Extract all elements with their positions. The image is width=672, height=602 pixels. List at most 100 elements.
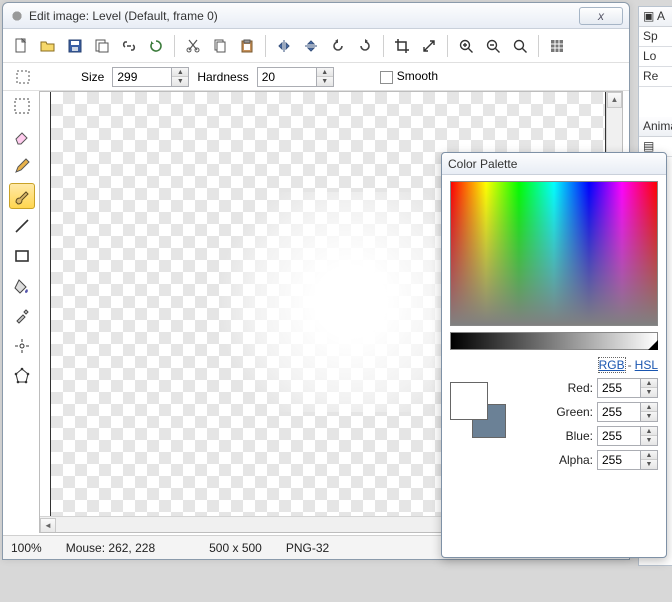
spin-down-icon[interactable]: ▼: [172, 77, 188, 86]
fill-tool[interactable]: [9, 273, 35, 299]
grid-button[interactable]: [545, 34, 569, 58]
crop-button[interactable]: [390, 34, 414, 58]
eraser-tool[interactable]: [9, 123, 35, 149]
open-button[interactable]: [36, 34, 60, 58]
smooth-checkbox[interactable]: [380, 71, 393, 84]
color-swatches[interactable]: [450, 382, 506, 438]
zoom-level: 100%: [11, 541, 42, 555]
link-button[interactable]: [117, 34, 141, 58]
red-spinner[interactable]: ▲▼: [597, 378, 658, 398]
tool-options-bar: Size ▲▼ Hardness ▲▼ Smooth: [3, 63, 629, 91]
save-icon: [67, 38, 83, 54]
reload-button[interactable]: [144, 34, 168, 58]
mode-hsl-link[interactable]: HSL: [635, 358, 658, 372]
smooth-text: Smooth: [397, 69, 438, 83]
foreground-swatch[interactable]: [450, 382, 488, 420]
rotate-cw-icon: [357, 38, 373, 54]
side-section-header-1[interactable]: ▣ A: [639, 7, 672, 27]
cut-icon: [185, 38, 201, 54]
spin-up-icon[interactable]: ▲: [641, 379, 657, 388]
new-button[interactable]: [9, 34, 33, 58]
alpha-label: Alpha:: [559, 453, 593, 467]
flip-h-button[interactable]: [272, 34, 296, 58]
titlebar[interactable]: Edit image: Level (Default, frame 0) x: [3, 3, 629, 29]
alpha-spinner[interactable]: ▲▼: [597, 450, 658, 470]
brush-tool[interactable]: [9, 183, 35, 209]
expand-icon: ▣: [643, 9, 654, 23]
zoom-out-icon: [485, 38, 501, 54]
resize-button[interactable]: [417, 34, 441, 58]
timeline-icon: ▤: [643, 139, 654, 153]
scroll-up-icon[interactable]: ▲: [607, 92, 622, 108]
spin-down-icon[interactable]: ▼: [317, 77, 333, 86]
pencil-tool[interactable]: [9, 153, 35, 179]
blue-input[interactable]: [597, 426, 641, 446]
eyedropper-tool[interactable]: [9, 303, 35, 329]
spin-down-icon[interactable]: ▼: [641, 388, 657, 397]
paste-icon: [239, 38, 255, 54]
side-tab-0[interactable]: Sp: [639, 27, 672, 47]
green-input[interactable]: [597, 402, 641, 422]
size-spinner[interactable]: ▲▼: [112, 67, 189, 87]
hardness-label: Hardness: [197, 70, 248, 84]
size-input[interactable]: [112, 67, 172, 87]
close-button[interactable]: x: [579, 7, 623, 25]
paste-button[interactable]: [235, 34, 259, 58]
color-mode-row: RGB-HSL: [450, 358, 658, 372]
smooth-checkbox-label[interactable]: Smooth: [380, 69, 438, 83]
value-slider[interactable]: [450, 332, 658, 350]
rotate-ccw-icon: [330, 38, 346, 54]
rotate-cw-button[interactable]: [353, 34, 377, 58]
spin-up-icon[interactable]: ▲: [641, 451, 657, 460]
select-rect-icon: [15, 69, 31, 85]
scroll-left-icon[interactable]: ◄: [40, 518, 56, 533]
line-tool[interactable]: [9, 213, 35, 239]
green-label: Green:: [556, 405, 593, 419]
red-input[interactable]: [597, 378, 641, 398]
copy-icon: [212, 38, 228, 54]
gear-icon: [9, 8, 25, 24]
hardness-input[interactable]: [257, 67, 317, 87]
color-palette-window[interactable]: Color Palette RGB-HSL Red:▲▼ Green:▲▼ Bl…: [441, 152, 667, 558]
flip-v-button[interactable]: [299, 34, 323, 58]
flip-vertical-icon: [303, 38, 319, 54]
image-format: PNG-32: [286, 541, 329, 555]
copy-button[interactable]: [208, 34, 232, 58]
select-mode-button[interactable]: [11, 65, 35, 89]
color-field[interactable]: [450, 181, 658, 326]
cut-button[interactable]: [181, 34, 205, 58]
zoom-out-button[interactable]: [481, 34, 505, 58]
side-header-1-label: A: [657, 9, 665, 23]
alpha-input[interactable]: [597, 450, 641, 470]
spin-down-icon[interactable]: ▼: [641, 460, 657, 469]
blue-spinner[interactable]: ▲▼: [597, 426, 658, 446]
window-title: Edit image: Level (Default, frame 0): [29, 9, 579, 23]
zoom-fit-button[interactable]: [508, 34, 532, 58]
save-button[interactable]: [63, 34, 87, 58]
rotate-ccw-button[interactable]: [326, 34, 350, 58]
rectangle-tool[interactable]: [9, 243, 35, 269]
polygon-tool[interactable]: [9, 363, 35, 389]
copy-image-icon: [94, 38, 110, 54]
hotspot-tool[interactable]: [9, 333, 35, 359]
side-tab-2[interactable]: Re: [639, 67, 672, 87]
spin-up-icon[interactable]: ▲: [641, 427, 657, 436]
grid-icon: [549, 38, 565, 54]
spin-up-icon[interactable]: ▲: [641, 403, 657, 412]
zoom-fit-icon: [512, 38, 528, 54]
palette-title: Color Palette: [448, 157, 660, 171]
zoom-in-button[interactable]: [454, 34, 478, 58]
spin-up-icon[interactable]: ▲: [172, 68, 188, 77]
palette-titlebar[interactable]: Color Palette: [442, 153, 666, 175]
spin-down-icon[interactable]: ▼: [641, 412, 657, 421]
spin-down-icon[interactable]: ▼: [641, 436, 657, 445]
side-section-header-2[interactable]: Animatio: [639, 117, 672, 137]
side-tab-1[interactable]: Lo: [639, 47, 672, 67]
hardness-spinner[interactable]: ▲▼: [257, 67, 334, 87]
spin-up-icon[interactable]: ▲: [317, 68, 333, 77]
copy-image-button[interactable]: [90, 34, 114, 58]
green-spinner[interactable]: ▲▼: [597, 402, 658, 422]
toolbar-separator: [265, 35, 266, 57]
select-rect-tool[interactable]: [9, 93, 35, 119]
mode-rgb-link[interactable]: RGB: [599, 358, 625, 372]
